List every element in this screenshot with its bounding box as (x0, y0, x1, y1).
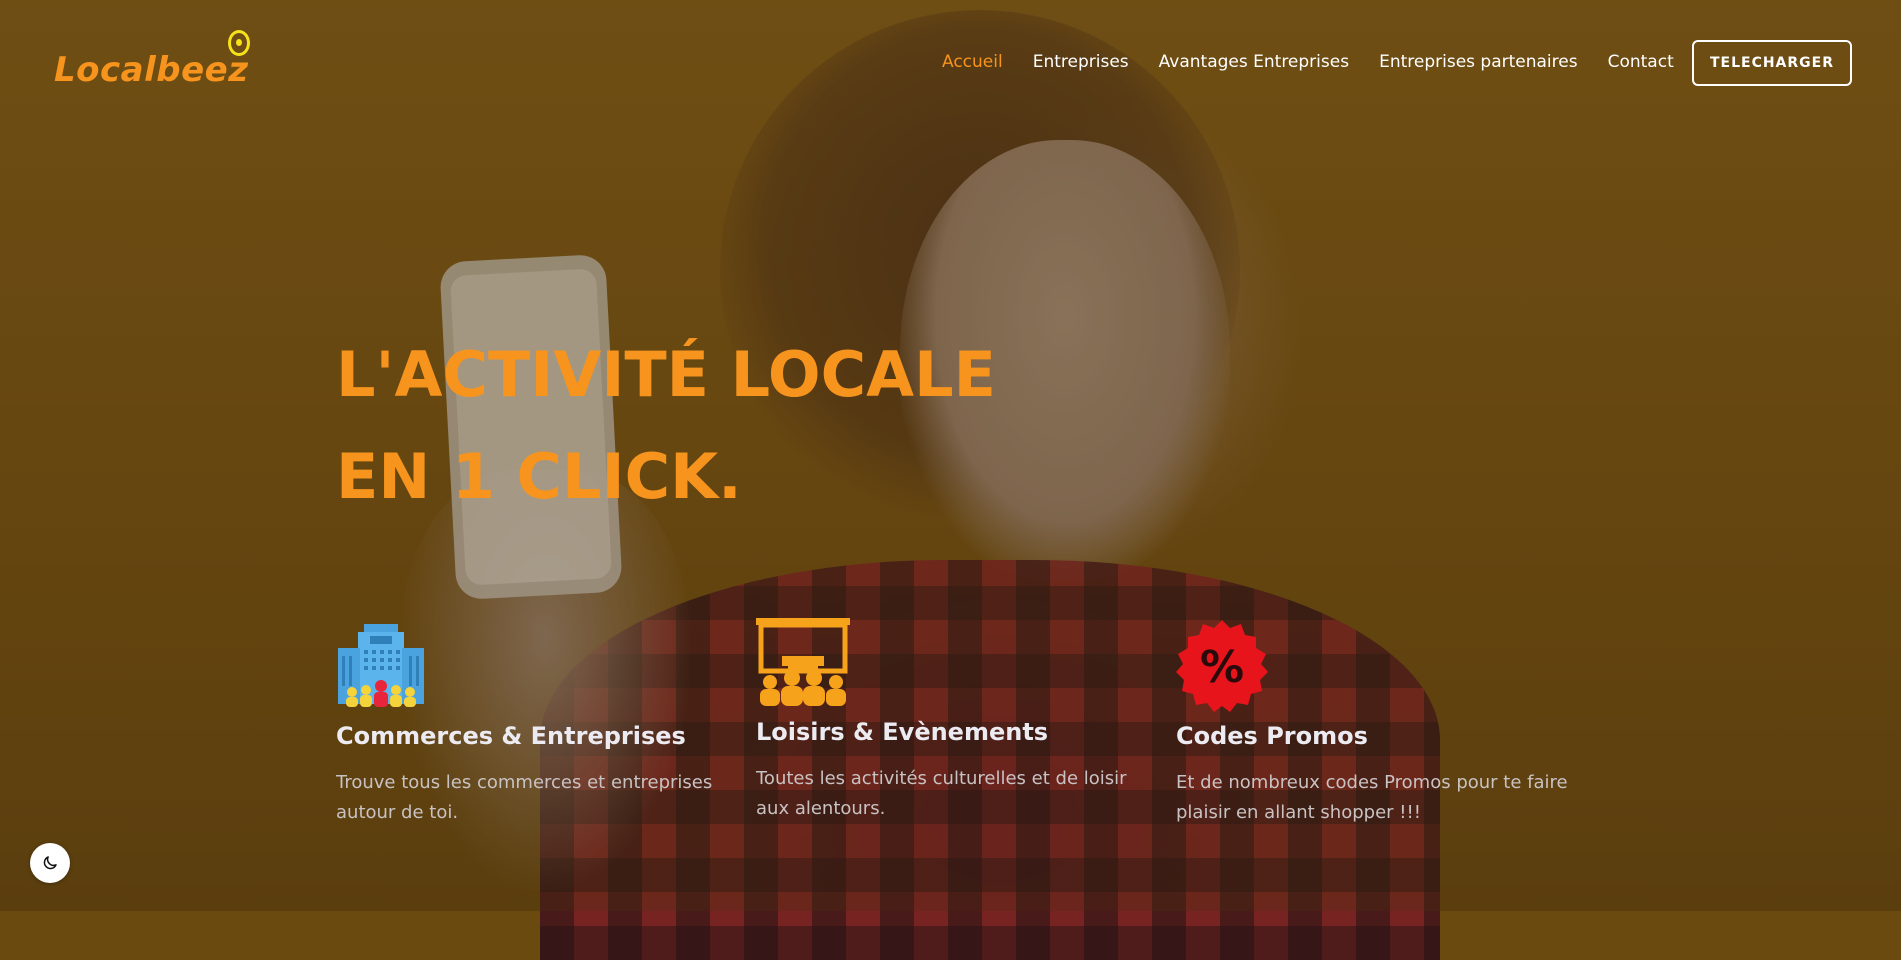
feature-description: Et de nombreux codes Promos pour te fair… (1176, 768, 1596, 828)
cinema-audience-icon (756, 618, 850, 706)
feature-title: Loisirs & Evènements (756, 718, 1049, 746)
hero-headline-line2: EN 1 CLICK. (336, 440, 742, 513)
building-people-icon (338, 624, 424, 707)
logo-bee-icon (228, 30, 250, 56)
feature-title: Codes Promos (1176, 722, 1368, 750)
theme-toggle-button[interactable] (30, 843, 70, 883)
nav-item-entreprises-partenaires[interactable]: Entreprises partenaires (1379, 52, 1578, 72)
feature-description-line2: aux alentours. (756, 798, 886, 819)
download-button[interactable]: TELECHARGER (1692, 40, 1852, 86)
feature-description-line2: plaisir en allant shopper !!! (1176, 802, 1421, 823)
nav-item-entreprises[interactable]: Entreprises (1033, 52, 1129, 72)
site-header: Localbeez Accueil Entreprises Avantages … (0, 0, 1901, 120)
nav-item-avantages-entreprises[interactable]: Avantages Entreprises (1159, 52, 1349, 72)
feature-description: Trouve tous les commerces et entreprises… (336, 768, 756, 828)
feature-description-line1: Toutes les activités culturelles et de l… (756, 768, 1127, 789)
svg-text:%: % (1200, 642, 1244, 693)
hero-headline: L'ACTIVITÉ LOCALE EN 1 CLICK. (336, 324, 996, 528)
feature-description-line1: Et de nombreux codes Promos pour te fair… (1176, 772, 1568, 793)
moon-icon (43, 856, 57, 870)
nav-item-contact[interactable]: Contact (1608, 52, 1674, 72)
feature-title: Commerces & Entreprises (336, 722, 686, 750)
feature-description-line1: Trouve tous les commerces et entreprises (336, 772, 713, 793)
nav-item-accueil[interactable]: Accueil (942, 52, 1003, 72)
feature-description: Toutes les activités culturelles et de l… (756, 764, 1176, 824)
hero-headline-line1: L'ACTIVITÉ LOCALE (336, 338, 996, 411)
site-logo[interactable]: Localbeez (54, 50, 249, 90)
feature-description-line2: autour de toi. (336, 802, 459, 823)
main-nav: Accueil Entreprises Avantages Entreprise… (942, 52, 1704, 72)
percent-badge-icon: % (1176, 620, 1268, 712)
